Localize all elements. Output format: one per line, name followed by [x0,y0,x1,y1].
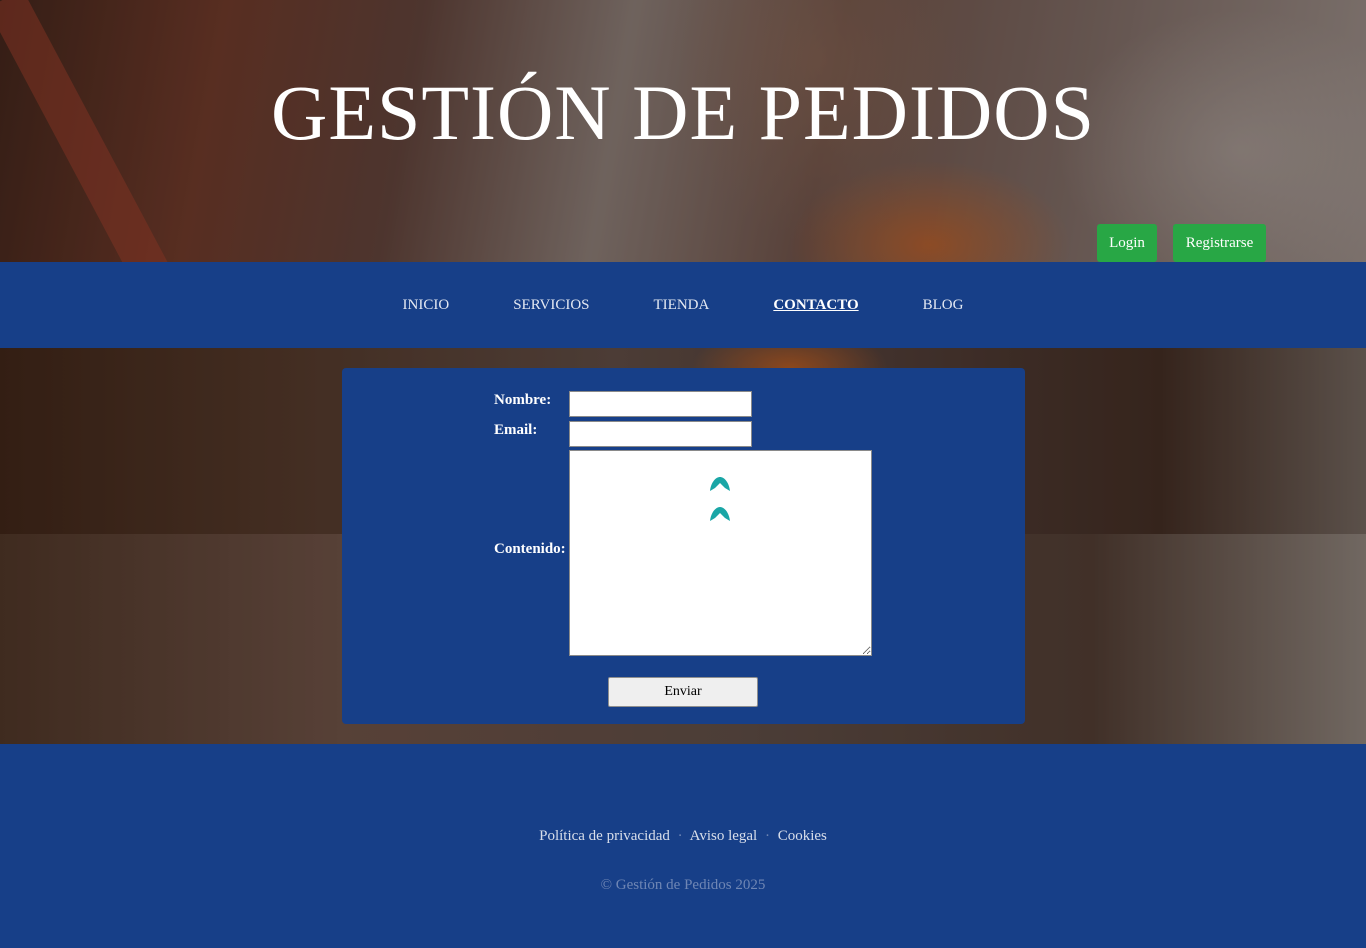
site-title: GESTIÓN DE PEDIDOS [271,69,1095,156]
nav-item-inicio[interactable]: INICIO [403,297,450,314]
nombre-input[interactable] [569,391,752,417]
chevron-up-icon[interactable] [709,506,731,522]
footer: Política de privacidad · Aviso legal · C… [0,744,1366,948]
register-button[interactable]: Registrarse [1173,224,1266,262]
main-nav: INICIO SERVICIOS TIENDA CONTACTO BLOG [0,262,1366,348]
nav-item-contacto[interactable]: CONTACTO [773,297,858,314]
nav-item-servicios[interactable]: SERVICIOS [513,297,589,314]
footer-link-privacidad[interactable]: Política de privacidad [539,828,670,844]
header-banner: GESTIÓN DE PEDIDOS Login Registrarse [0,0,1366,262]
email-label: Email: [494,422,538,438]
footer-links: Política de privacidad · Aviso legal · C… [0,828,1366,845]
contenido-label: Contenido: [494,541,566,557]
footer-separator: · [764,828,770,844]
footer-link-aviso-legal[interactable]: Aviso legal [690,828,758,844]
enviar-button[interactable]: Enviar [608,677,758,707]
email-input[interactable] [569,421,752,447]
footer-separator: · [677,828,683,844]
copyright-text: © Gestión de Pedidos 2025 [600,877,766,893]
nav-item-blog[interactable]: BLOG [923,297,964,314]
login-button[interactable]: Login [1097,224,1157,262]
content-background: Nombre: Email: Contenido: Enviar [0,348,1366,744]
chevron-up-icon[interactable] [709,476,731,492]
nombre-label: Nombre: [494,392,552,408]
nav-item-tienda[interactable]: TIENDA [654,297,710,314]
contact-form: Nombre: Email: Contenido: Enviar [342,368,1025,724]
footer-link-cookies[interactable]: Cookies [778,828,827,844]
